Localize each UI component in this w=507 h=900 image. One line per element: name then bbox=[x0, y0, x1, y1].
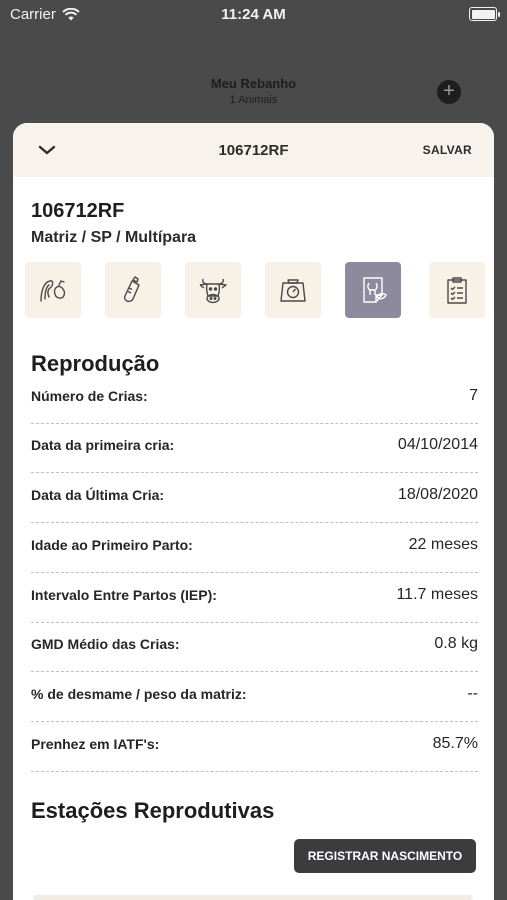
animal-id: 106712RF bbox=[31, 200, 125, 222]
tab-feeding[interactable] bbox=[105, 262, 161, 318]
add-animal-button[interactable]: + bbox=[437, 80, 461, 104]
row-label: % de desmame / peso da matriz: bbox=[31, 686, 247, 702]
info-row: % de desmame / peso da matriz: -- bbox=[31, 672, 478, 722]
battery-icon bbox=[469, 7, 500, 21]
list-preview-strip bbox=[33, 895, 473, 900]
tab-records[interactable] bbox=[429, 262, 485, 318]
status-time: 11:24 AM bbox=[221, 6, 286, 23]
category-icon-row bbox=[25, 262, 485, 318]
info-row: Idade ao Primeiro Parto: 22 meses bbox=[31, 523, 478, 573]
birth-icon bbox=[40, 280, 66, 302]
row-label: Número de Crias: bbox=[31, 388, 148, 404]
background-subtitle: 1 Animais bbox=[229, 94, 278, 106]
row-value: 85.7% bbox=[432, 735, 478, 752]
stations-title: Estações Reprodutivas bbox=[31, 798, 275, 823]
chevron-down-icon[interactable] bbox=[37, 140, 57, 160]
row-label: GMD Médio das Crias: bbox=[31, 636, 180, 652]
sheet-title: 106712RF bbox=[218, 141, 289, 159]
tab-animal[interactable] bbox=[185, 262, 241, 318]
save-button[interactable]: SALVAR bbox=[423, 143, 472, 157]
clipboard-icon bbox=[447, 277, 467, 304]
info-row: GMD Médio das Crias: 0.8 kg bbox=[31, 622, 478, 672]
row-label: Idade ao Primeiro Parto: bbox=[31, 537, 193, 553]
row-label: Intervalo Entre Partos (IEP): bbox=[31, 587, 217, 603]
info-row: Intervalo Entre Partos (IEP): 11.7 meses bbox=[31, 573, 478, 623]
row-value: 0.8 kg bbox=[434, 635, 478, 652]
tab-birth[interactable] bbox=[25, 262, 81, 318]
register-birth-button[interactable]: REGISTRAR NASCIMENTO bbox=[294, 839, 476, 873]
background-header: Meu Rebanho 1 Animais bbox=[0, 76, 507, 106]
sheet-header: 106712RF SALVAR bbox=[13, 123, 494, 177]
tab-reproduction[interactable] bbox=[345, 262, 401, 318]
info-row: Número de Crias: 7 bbox=[31, 374, 478, 424]
bottle-icon bbox=[123, 276, 140, 303]
animal-detail-sheet: 106712RF SALVAR 106712RF Matriz / SP / M… bbox=[13, 123, 494, 900]
reproduction-icon bbox=[363, 277, 387, 303]
row-label: Prenhez em IATF's: bbox=[31, 736, 160, 752]
row-label: Data da Última Cria: bbox=[31, 487, 165, 503]
info-row: Data da Última Cria: 18/08/2020 bbox=[31, 473, 478, 523]
info-row: Data da primeira cria: 04/10/2014 bbox=[31, 423, 478, 473]
row-value: 11.7 meses bbox=[396, 586, 478, 603]
row-value: -- bbox=[467, 685, 478, 702]
animal-description: Matriz / SP / Multípara bbox=[31, 229, 197, 246]
scale-icon bbox=[280, 279, 306, 302]
cow-icon bbox=[199, 278, 227, 304]
tab-weighing[interactable] bbox=[265, 262, 321, 318]
row-value: 22 meses bbox=[408, 536, 478, 553]
row-value: 04/10/2014 bbox=[397, 436, 478, 453]
status-bar: Carrier 11:24 AM bbox=[0, 0, 507, 28]
info-row: Prenhez em IATF's: 85.7% bbox=[31, 722, 478, 772]
row-value: 7 bbox=[469, 387, 478, 404]
row-label: Data da primeira cria: bbox=[31, 437, 175, 453]
background-title: Meu Rebanho bbox=[210, 76, 297, 91]
row-value: 18/08/2020 bbox=[397, 486, 478, 503]
